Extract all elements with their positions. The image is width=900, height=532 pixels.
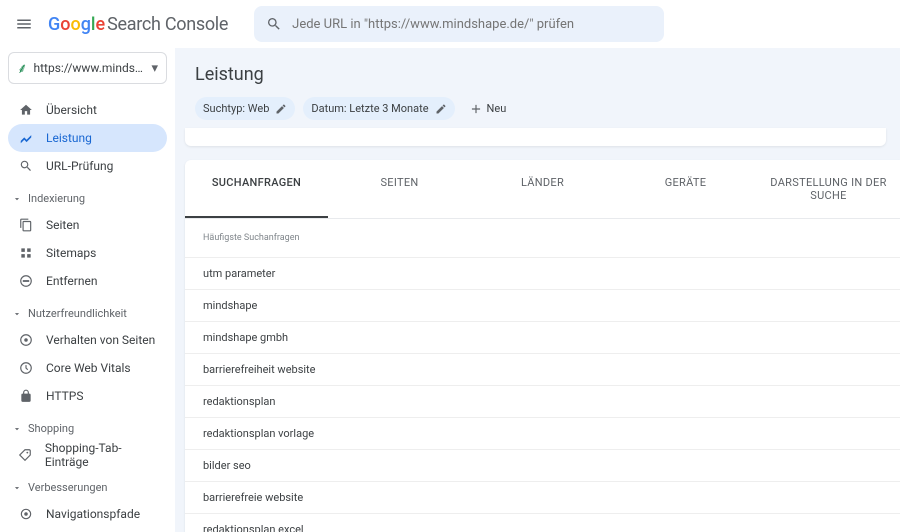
sidebar-item-core-web-vitals[interactable]: Core Web Vitals [8,354,167,382]
sidebar-item-https[interactable]: HTTPS [8,382,167,410]
group-title: Nutzerfreundlichkeit [28,307,127,320]
tag-icon [18,448,32,462]
chevron-down-icon [12,424,22,434]
table-row[interactable]: barrierefreiheit website [185,354,900,386]
add-label: Neu [487,102,507,115]
nav-label: Core Web Vitals [46,361,131,375]
nav-label: URL-Prüfung [46,159,113,173]
nav-label: Shopping-Tab-Einträge [45,441,157,469]
nav-icon [18,274,34,288]
chevron-down-icon: ▾ [151,61,158,76]
tab-l-nder[interactable]: LÄNDER [471,160,614,218]
table-row[interactable]: mindshape gmbh [185,322,900,354]
table-row[interactable]: redaktionsplan excel [185,514,900,532]
chart-icon [19,131,33,145]
behavior-icon [19,333,33,347]
group-title: Verbesserungen [28,481,107,494]
nav-icon [18,246,34,260]
sidebar-item-entfernen[interactable]: Entfernen [8,267,167,295]
nav-label: Seiten [46,218,79,232]
nav-icon [18,159,34,173]
nav-icon [18,218,34,232]
lock-icon [19,389,33,403]
menu-icon [15,15,33,33]
nav-label: Verhalten von Seiten [46,333,155,347]
property-favicon-icon: ⸙ [17,59,28,78]
sidebar-item-seiten[interactable]: Seiten [8,211,167,239]
table-row[interactable]: redaktionsplan vorlage [185,418,900,450]
property-selector[interactable]: ⸙ https://www.mindsh... ▾ [8,52,167,84]
table-row[interactable]: mindshape [185,290,900,322]
chip-label: Suchtyp: Web [203,102,269,115]
chip-label: Datum: Letzte 3 Monate [311,102,428,115]
tab-seiten[interactable]: SEITEN [328,160,471,218]
url-inspect-search[interactable] [254,6,664,42]
table-row[interactable]: redaktionsplan [185,386,900,418]
sidebar-item-leistung[interactable]: Leistung [8,124,167,152]
table-header: Häufigste Suchanfragen [185,219,900,258]
nav-icon [18,389,34,403]
chevron-down-icon [12,309,22,319]
table-row[interactable]: barrierefreie website [185,482,900,514]
chevron-down-icon [12,194,22,204]
google-logo: Google Search Console [48,14,228,35]
nav-icon [18,507,34,521]
home-icon [19,103,33,117]
vitals-icon [19,361,33,375]
sidebar-group-nutzerfreundlichkeit[interactable]: Nutzerfreundlichkeit [8,301,167,326]
remove-icon [19,274,33,288]
sidebar-item--bersicht[interactable]: Übersicht [8,96,167,124]
nav-label: Übersicht [46,103,97,117]
nav-icon [18,131,34,145]
main-content: Leistung Suchtyp: Web Datum: Letzte 3 Mo… [175,48,900,532]
sidebar-group-verbesserungen[interactable]: Verbesserungen [8,475,167,500]
tab-suchanfragen[interactable]: SUCHANFRAGEN [185,160,328,218]
nav-icon [18,448,33,462]
nav-icon [18,333,34,347]
url-input[interactable] [292,17,652,32]
plus-icon [469,102,483,116]
table-row[interactable]: utm parameter [185,258,900,290]
chart-placeholder [185,128,886,146]
nav-icon [18,361,34,375]
nav-label: Leistung [46,131,92,145]
edit-icon [275,103,287,115]
sidebar-item-navigationspfade[interactable]: Navigationspfade [8,500,167,528]
page-title: Leistung [175,48,900,97]
sidebar-group-shopping[interactable]: Shopping [8,416,167,441]
table-row[interactable]: bilder seo [185,450,900,482]
sidebar: ⸙ https://www.mindsh... ▾ Übersicht Leist… [0,48,175,532]
nav-label: HTTPS [46,389,84,403]
sitemap-icon [19,246,33,260]
property-url: https://www.mindsh... [34,61,146,75]
chevron-down-icon [12,483,22,493]
add-filter-button[interactable]: Neu [469,102,507,116]
pages-icon [19,218,33,232]
sidebar-item-ereignisse[interactable]: Ereignisse [8,528,167,532]
nav-label: Navigationspfade [46,507,140,521]
nav-icon [18,103,34,117]
nav-label: Sitemaps [46,246,96,260]
group-title: Indexierung [28,192,85,205]
tab-darstellung-in-der-suche[interactable]: DARSTELLUNG IN DER SUCHE [757,160,900,218]
sidebar-item-verhalten-von-seiten[interactable]: Verhalten von Seiten [8,326,167,354]
search-icon [266,16,282,32]
filter-chip-searchtype[interactable]: Suchtyp: Web [195,97,295,120]
sidebar-group-indexierung[interactable]: Indexierung [8,186,167,211]
edit-icon [435,103,447,115]
tab-ger-te[interactable]: GERÄTE [614,160,757,218]
sidebar-item-sitemaps[interactable]: Sitemaps [8,239,167,267]
filter-chip-daterange[interactable]: Datum: Letzte 3 Monate [303,97,454,120]
magnify-icon [19,159,33,173]
sidebar-item-shopping-tab-eintr-ge[interactable]: Shopping-Tab-Einträge [8,441,167,469]
data-table-card: SUCHANFRAGENSEITENLÄNDERGERÄTEDARSTELLUN… [185,160,900,532]
product-name: Search Console [107,14,228,35]
group-title: Shopping [28,422,74,435]
sidebar-item-url-pr-fung[interactable]: URL-Prüfung [8,152,167,180]
nav-label: Entfernen [46,274,97,288]
enh-icon [19,507,33,521]
hamburger-menu[interactable] [12,12,36,36]
